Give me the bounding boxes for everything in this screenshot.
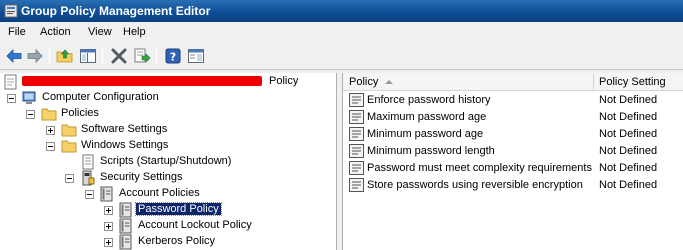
tree-label-selected: Password Policy	[135, 202, 222, 216]
expand-icon[interactable]	[46, 126, 55, 135]
security-settings-icon	[82, 170, 95, 186]
properties-icon[interactable]	[187, 47, 205, 65]
tree-label: Policies	[61, 107, 99, 119]
collapse-icon[interactable]	[46, 142, 55, 151]
toolbar: ?	[0, 43, 683, 70]
tree-label: Scripts (Startup/Shutdown)	[100, 155, 232, 167]
policy-setting-value: Not Defined	[599, 145, 658, 157]
list-row[interactable]: Maximum password age Not Defined	[343, 109, 683, 126]
collapse-icon[interactable]	[7, 94, 16, 103]
policy-setting-icon	[349, 161, 364, 175]
policy-name: Password must meet complexity requiremen…	[367, 162, 592, 174]
tree-item-policies[interactable]: Policies	[0, 106, 336, 122]
expand-icon[interactable]	[104, 206, 113, 215]
list-row[interactable]: Minimum password age Not Defined	[343, 126, 683, 143]
delete-icon[interactable]	[110, 47, 128, 65]
list-row[interactable]: Password must meet complexity requiremen…	[343, 160, 683, 177]
collapse-icon[interactable]	[85, 190, 94, 199]
console-tree[interactable]: Policy Computer Configuration Policies S…	[0, 73, 337, 250]
computer-icon	[22, 91, 36, 104]
column-header-policy-setting[interactable]: Policy Setting	[594, 73, 683, 91]
policy-name: Store passwords using reversible encrypt…	[367, 179, 583, 191]
tree-label: Computer Configuration	[42, 91, 159, 103]
policy-setting-icon	[349, 144, 364, 158]
list-row[interactable]: Minimum password length Not Defined	[343, 143, 683, 160]
list-header: Policy Policy Setting	[343, 73, 683, 91]
toolbar-separator	[49, 48, 50, 64]
forward-icon[interactable]	[26, 47, 44, 65]
tree-item-computer-configuration[interactable]: Computer Configuration	[0, 90, 336, 106]
folder-icon	[61, 140, 77, 153]
show-hide-tree-icon[interactable]	[79, 47, 97, 65]
tree-label: Software Settings	[81, 123, 168, 135]
menu-view[interactable]: View	[88, 26, 112, 38]
tree-item-software-settings[interactable]: Software Settings	[0, 122, 336, 138]
collapse-icon[interactable]	[26, 110, 35, 119]
scripts-icon	[82, 154, 94, 170]
policy-setting-icon	[349, 93, 364, 107]
tree-item-kerberos-policy[interactable]: Kerberos Policy	[0, 234, 336, 250]
policy-book-icon	[119, 202, 132, 218]
details-list[interactable]: Policy Policy Setting Enforce password h…	[342, 73, 683, 250]
policy-setting-value: Not Defined	[599, 179, 658, 191]
title-bar: Group Policy Management Editor	[0, 0, 683, 22]
policy-name: Minimum password length	[367, 145, 495, 157]
policy-setting-icon	[349, 127, 364, 141]
folder-icon	[61, 124, 77, 137]
policy-setting-value: Not Defined	[599, 162, 658, 174]
toolbar-separator	[102, 48, 103, 64]
folder-icon	[41, 108, 57, 121]
menu-action[interactable]: Action	[40, 26, 71, 38]
policy-setting-icon	[349, 178, 364, 192]
tree-label: Kerberos Policy	[138, 235, 216, 247]
gpo-editor-app-icon	[4, 4, 18, 18]
list-row[interactable]: Enforce password history Not Defined	[343, 92, 683, 109]
help-icon[interactable]: ?	[164, 47, 182, 65]
up-folder-icon[interactable]	[56, 47, 74, 65]
tree-label: Windows Settings	[81, 139, 169, 151]
tree-item-windows-settings[interactable]: Windows Settings	[0, 138, 336, 154]
column-header-label: Policy	[349, 76, 379, 88]
policy-setting-value: Not Defined	[599, 94, 658, 106]
gpo-name-suffix: Policy	[269, 75, 299, 87]
gpo-document-icon	[4, 74, 17, 90]
policy-setting-value: Not Defined	[599, 111, 658, 123]
column-header-label: Policy Setting	[599, 76, 666, 88]
expand-icon[interactable]	[104, 222, 113, 231]
toolbar-separator	[156, 48, 157, 64]
menu-bar: File Action View Help	[0, 22, 683, 43]
window-title: Group Policy Management Editor	[21, 4, 211, 18]
policy-book-icon	[100, 186, 113, 202]
column-header-policy[interactable]: Policy	[343, 73, 594, 91]
menu-help[interactable]: Help	[123, 26, 146, 38]
export-list-icon[interactable]	[133, 47, 151, 65]
policy-setting-value: Not Defined	[599, 128, 658, 140]
tree-item-scripts[interactable]: Scripts (Startup/Shutdown)	[0, 154, 336, 170]
policy-name: Enforce password history	[367, 94, 491, 106]
redacted-gpo-name	[22, 76, 262, 86]
tree-item-password-policy[interactable]: Password Policy	[0, 202, 336, 218]
tree-label: Account Policies	[119, 187, 200, 199]
sort-ascending-icon	[385, 80, 393, 84]
tree-label: Account Lockout Policy	[138, 219, 252, 231]
policy-name: Minimum password age	[367, 128, 484, 140]
tree-root-gpo[interactable]: Policy	[0, 74, 336, 90]
tree-label: Security Settings	[100, 171, 183, 183]
tree-item-account-lockout-policy[interactable]: Account Lockout Policy	[0, 218, 336, 234]
policy-book-icon	[119, 234, 132, 250]
collapse-icon[interactable]	[65, 174, 74, 183]
tree-item-security-settings[interactable]: Security Settings	[0, 170, 336, 186]
policy-name: Maximum password age	[367, 111, 487, 123]
list-row[interactable]: Store passwords using reversible encrypt…	[343, 177, 683, 194]
back-icon[interactable]	[5, 47, 23, 65]
svg-text:?: ?	[170, 51, 176, 64]
tree-item-account-policies[interactable]: Account Policies	[0, 186, 336, 202]
menu-file[interactable]: File	[8, 26, 26, 38]
expand-icon[interactable]	[104, 238, 113, 247]
policy-setting-icon	[349, 110, 364, 124]
policy-book-icon	[119, 218, 132, 234]
